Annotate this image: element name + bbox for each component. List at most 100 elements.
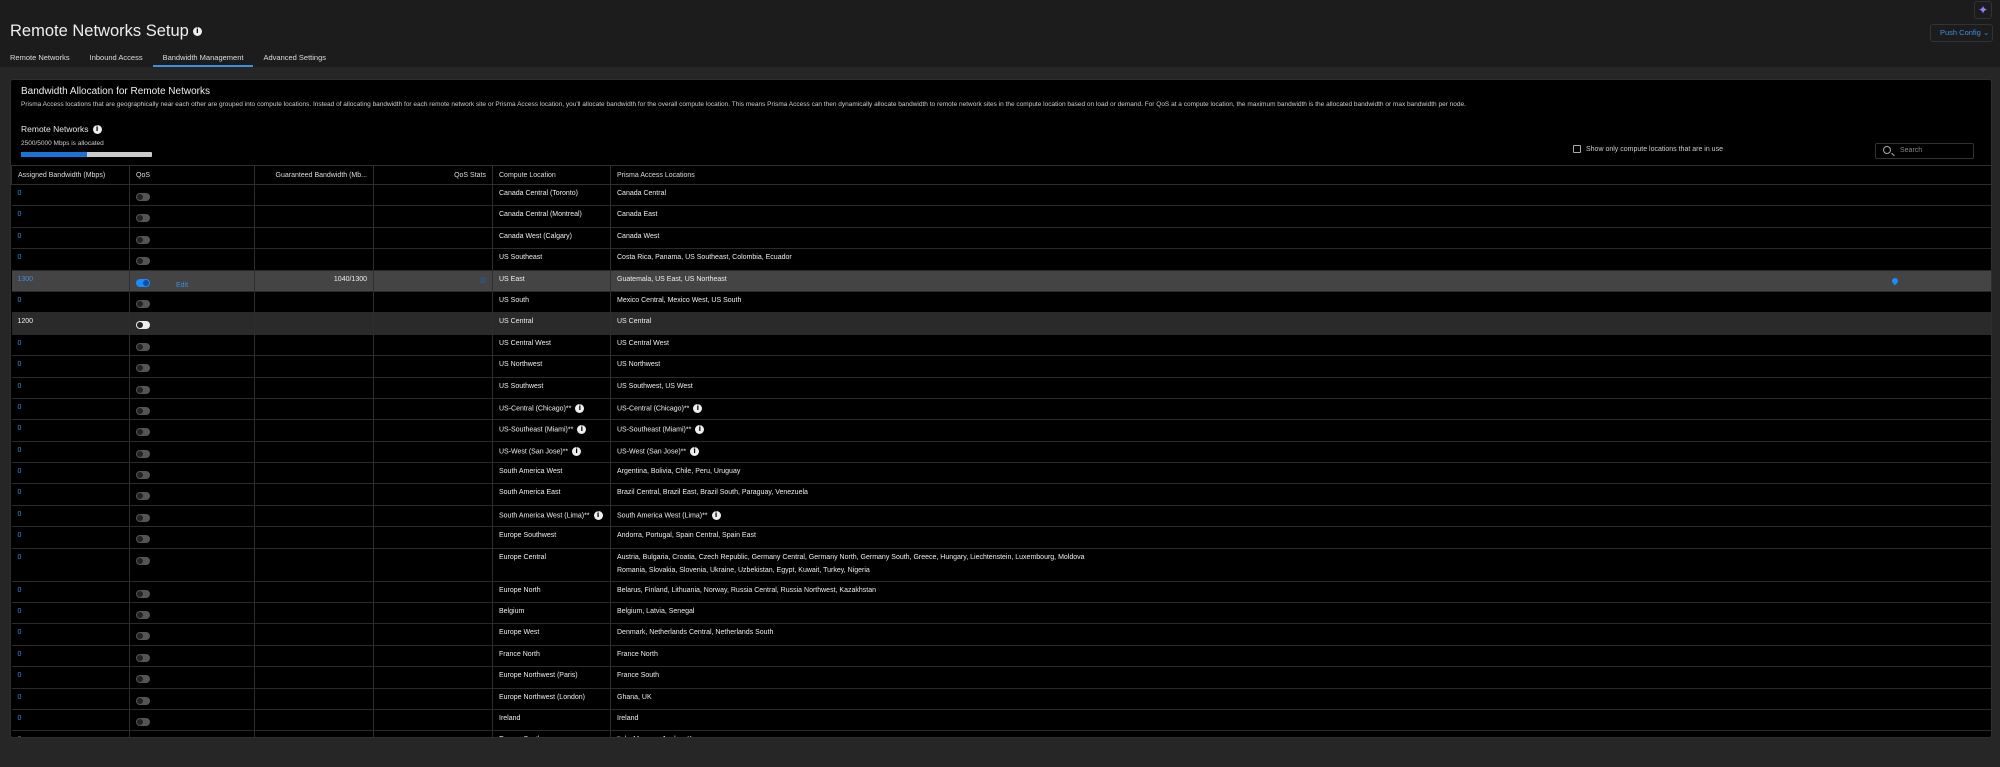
- table-row[interactable]: 0 US-West (San Jose)** i US-West (San Jose)…: [11, 441, 1991, 464]
- tab-advanced-settings[interactable]: Advanced Settings: [253, 51, 336, 67]
- qos-toggle[interactable]: [136, 556, 150, 565]
- table-row[interactable]: 0 Canada West (Calgary) Canada West: [11, 227, 1991, 250]
- qos-toggle[interactable]: [136, 653, 150, 662]
- info-icon[interactable]: i: [575, 403, 585, 413]
- qos-toggle[interactable]: [136, 513, 150, 522]
- table-row[interactable]: 0 US-Central (Chicago)** i US-Central (Chic…: [11, 398, 1991, 421]
- assigned-bandwidth-cell[interactable]: 0: [11, 377, 130, 399]
- search-input[interactable]: Search: [1875, 143, 1974, 159]
- table-row[interactable]: 0 Europe Northwest (Paris) France South: [11, 666, 1991, 689]
- qos-toggle[interactable]: [136, 193, 150, 201]
- table-row[interactable]: 0 Europe North Belarus, Finland, Lithuania…: [11, 581, 1991, 604]
- column-header-compute-location[interactable]: Compute Location: [492, 165, 611, 185]
- qos-toggle[interactable]: [136, 717, 150, 726]
- edit-qos-link[interactable]: Edit: [176, 282, 188, 289]
- qos-toggle[interactable]: [136, 535, 150, 544]
- table-row[interactable]: 1200 US Central US Central: [11, 312, 1991, 335]
- assigned-bandwidth-cell[interactable]: 0: [11, 526, 130, 549]
- table-row[interactable]: 0 US-Southeast (Miami)** i US-Southeast (Mi…: [11, 419, 1991, 442]
- info-icon[interactable]: i: [593, 510, 603, 520]
- column-header-qos-stats[interactable]: QoS Stats: [373, 165, 493, 185]
- qos-toggle[interactable]: [136, 492, 150, 501]
- assigned-bandwidth-cell[interactable]: 0: [11, 248, 130, 271]
- table-row[interactable]: 0 France North France North: [11, 645, 1991, 668]
- assigned-bandwidth-cell[interactable]: 0: [11, 623, 130, 646]
- assigned-bandwidth-cell[interactable]: 0: [11, 441, 130, 464]
- qos-toggle[interactable]: [136, 406, 150, 415]
- assigned-bandwidth-cell[interactable]: 0: [11, 666, 130, 689]
- table-row[interactable]: 0 South America West (Lima)** i South Ameri…: [11, 505, 1991, 528]
- table-row[interactable]: 0 Canada Central (Montreal) Canada East: [11, 205, 1991, 228]
- assigned-bandwidth-cell[interactable]: 0: [11, 227, 130, 250]
- table-row[interactable]: 0 South America West Argentina, Bolivia, C…: [11, 462, 1991, 485]
- table-row[interactable]: 0 Europe Central Austria, Bulgaria, Croati…: [11, 548, 1991, 582]
- in-use-filter-checkbox[interactable]: Show only compute locations that are in …: [1573, 145, 1723, 153]
- assigned-bandwidth-cell[interactable]: 0: [11, 419, 130, 442]
- assigned-bandwidth-cell[interactable]: 0: [11, 205, 130, 228]
- table-row[interactable]: 0 Canada Central (Toronto) Canada Central: [11, 184, 1991, 207]
- assigned-bandwidth-cell[interactable]: 0: [11, 334, 130, 357]
- column-header-qos[interactable]: QoS: [129, 165, 255, 185]
- assigned-bandwidth-cell[interactable]: 0: [11, 483, 130, 506]
- push-config-button[interactable]: Push Config ⌄: [1930, 24, 1993, 42]
- table-row[interactable]: 0 Belgium Belgium, Latvia, Senegal: [11, 602, 1991, 625]
- qos-toggle[interactable]: [136, 257, 150, 266]
- info-icon[interactable]: i: [693, 403, 703, 413]
- assigned-bandwidth-cell[interactable]: 1200: [11, 312, 130, 335]
- table-row[interactable]: 0 US Southeast Costa Rica, Panama, US Sout…: [11, 248, 1991, 271]
- assigned-bandwidth-cell[interactable]: 0: [11, 645, 130, 668]
- qos-toggle[interactable]: [136, 428, 150, 437]
- qos-toggle[interactable]: [136, 449, 150, 458]
- column-header-assigned-bandwidth[interactable]: Assigned Bandwidth (Mbps): [11, 165, 130, 185]
- table-row[interactable]: 0 Europe Northwest (London) Ghana, UK: [11, 688, 1991, 710]
- assigned-bandwidth-cell[interactable]: 0: [11, 581, 130, 604]
- qos-toggle[interactable]: [136, 589, 150, 598]
- qos-toggle[interactable]: [136, 611, 150, 620]
- qos-toggle[interactable]: [136, 364, 150, 373]
- checkbox-icon[interactable]: [1573, 145, 1581, 153]
- assigned-bandwidth-cell[interactable]: 1300: [11, 270, 130, 292]
- info-icon[interactable]: i: [577, 425, 587, 435]
- table-row[interactable]: 0 Europe South Italy, Monaco, Jordan, Keny…: [11, 730, 1991, 737]
- info-icon[interactable]: i: [572, 446, 582, 456]
- qos-toggle[interactable]: [136, 696, 150, 705]
- table-row[interactable]: 0 Europe Southwest Andorra, Portugal, Spai…: [11, 526, 1991, 549]
- qos-toggle[interactable]: [136, 471, 150, 480]
- assigned-bandwidth-cell[interactable]: 0: [11, 602, 130, 625]
- table-row[interactable]: 1300 Edit 1040/1300 ▥ US East Guatemala, US E…: [11, 270, 1991, 292]
- table-row[interactable]: 0 US Northwest US Northwest: [11, 355, 1991, 378]
- assigned-bandwidth-cell[interactable]: 0: [11, 548, 130, 582]
- qos-toggle[interactable]: [136, 632, 150, 641]
- qos-stats-icon[interactable]: ▥: [479, 276, 486, 284]
- qos-toggle[interactable]: [136, 299, 150, 308]
- ai-assistant-button[interactable]: ✦: [1974, 1, 1992, 19]
- qos-toggle[interactable]: [136, 321, 150, 330]
- table-row[interactable]: 0 South America East Brazil Central, Brazi…: [11, 483, 1991, 506]
- location-pin-icon[interactable]: [1890, 276, 1900, 285]
- column-header-guaranteed-bandwidth[interactable]: Guaranteed Bandwidth (Mb...: [254, 165, 374, 185]
- tab-bandwidth-management[interactable]: Bandwidth Management: [152, 51, 254, 67]
- tab-inbound-access[interactable]: Inbound Access: [80, 51, 153, 67]
- qos-toggle[interactable]: [136, 385, 150, 394]
- assigned-bandwidth-cell[interactable]: 0: [11, 355, 130, 378]
- assigned-bandwidth-cell[interactable]: 0: [11, 688, 130, 710]
- qos-toggle[interactable]: [136, 235, 150, 244]
- assigned-bandwidth-cell[interactable]: 0: [11, 398, 130, 421]
- tab-remote-networks[interactable]: Remote Networks: [0, 51, 80, 67]
- assigned-bandwidth-cell[interactable]: 0: [11, 291, 130, 314]
- table-row[interactable]: 0 Europe West Denmark, Netherlands Central…: [11, 623, 1991, 646]
- info-icon[interactable]: i: [695, 425, 705, 435]
- assigned-bandwidth-cell[interactable]: 0: [11, 184, 130, 207]
- table-row[interactable]: 0 US Southwest US Southwest, US West: [11, 377, 1991, 399]
- assigned-bandwidth-cell[interactable]: 0: [11, 462, 130, 485]
- info-icon[interactable]: i: [690, 446, 700, 456]
- qos-toggle[interactable]: [136, 278, 150, 287]
- info-icon[interactable]: i: [711, 510, 721, 520]
- column-header-prisma-access-locations[interactable]: Prisma Access Locations: [610, 165, 1991, 185]
- info-icon[interactable]: i: [192, 27, 202, 37]
- qos-toggle[interactable]: [136, 214, 150, 223]
- assigned-bandwidth-cell[interactable]: 0: [11, 730, 130, 737]
- table-row[interactable]: 0 US South Mexico Central, Mexico West, US…: [11, 291, 1991, 314]
- table-row[interactable]: 0 US Central West US Central West: [11, 334, 1991, 357]
- info-icon[interactable]: i: [92, 125, 102, 135]
